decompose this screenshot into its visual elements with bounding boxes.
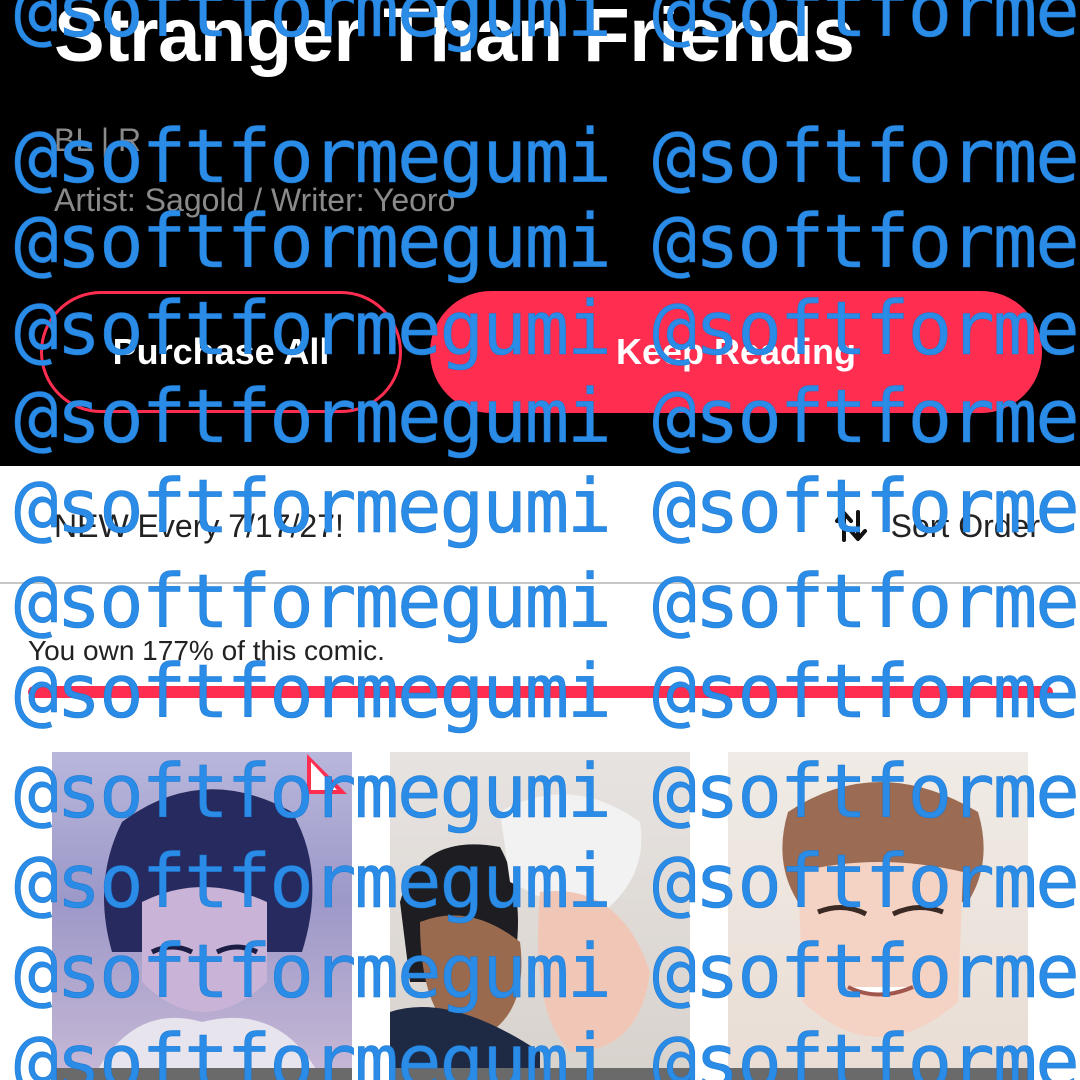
dark-haired-man-art: [92, 789, 322, 1080]
creator-credits: Artist: Sagold / Writer: Yeoro: [54, 182, 456, 218]
purchase-all-label: Purchase All: [112, 331, 330, 372]
sort-arrows-icon: [834, 510, 867, 542]
genre-label: BL | R: [54, 122, 142, 158]
thumbnail-shadow-bar: [390, 1068, 690, 1080]
episode-thumbnail[interactable]: [52, 752, 352, 1080]
corner-flag-icon: [307, 754, 347, 794]
comic-detail-page: Stranger Than Friends BL | R Artist: Sag…: [0, 0, 1080, 1080]
thumbnail-shadow-bar: [728, 1068, 1028, 1080]
keep-reading-button[interactable]: Keep Reading: [430, 291, 1042, 413]
episode-thumbnail[interactable]: [728, 752, 1028, 1080]
purchase-all-button[interactable]: Purchase All: [40, 291, 402, 413]
sort-order-button[interactable]: Sort Order: [833, 504, 1040, 548]
release-schedule: NEW Every 7/17/27!: [54, 508, 344, 544]
keep-reading-label: Keep Reading: [615, 331, 857, 372]
ownership-progress-bar: [28, 686, 1053, 698]
comic-header: Stranger Than Friends BL | R Artist: Sag…: [0, 0, 1080, 466]
sort-order-label: Sort Order: [890, 507, 1040, 544]
comic-title: Stranger Than Friends: [54, 0, 855, 78]
episode-thumbnail[interactable]: [390, 752, 690, 1080]
thumbnail-shadow-bar: [52, 1068, 352, 1080]
ownership-text: You own 177% of this comic.: [28, 635, 385, 666]
smiling-man-art: [782, 782, 984, 1037]
episode-list-toolbar: NEW Every 7/17/27! Sort Order: [0, 466, 1080, 584]
two-men-embrace-art: [390, 794, 650, 1080]
ownership-progress-fill: [28, 686, 1053, 698]
